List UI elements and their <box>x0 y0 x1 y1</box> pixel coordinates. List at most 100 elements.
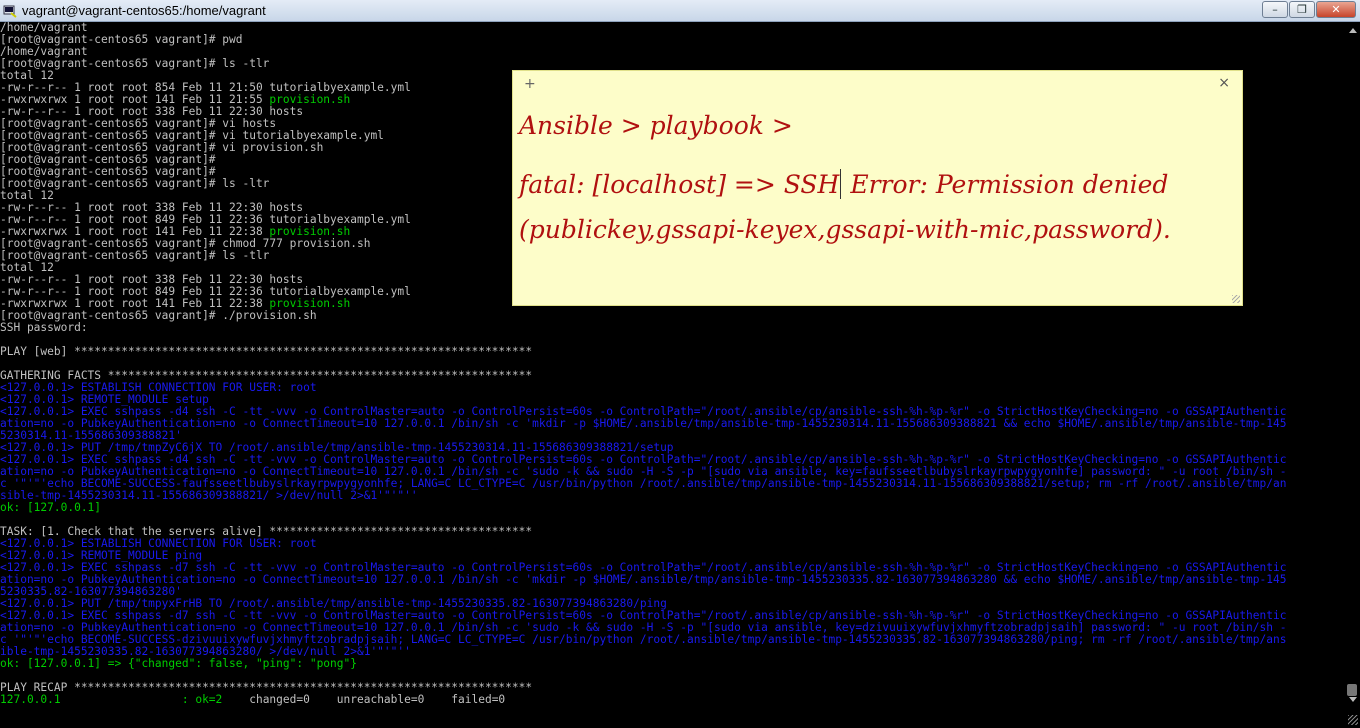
terminal-line: ible-tmp-1455230335.82-163077394863280/ … <box>0 646 1344 658</box>
terminal-line-text: -rw-r--r-- 1 root root 338 Feb 11 22:30 … <box>0 274 304 286</box>
terminal-line: c '"'"'echo BECOME-SUCCESS-faufsseetlbub… <box>0 478 1344 490</box>
terminal-line: GATHERING FACTS ************************… <box>0 370 1344 382</box>
terminal-line-text: sible-tmp-1455230314.11-155686309388821/… <box>0 490 418 502</box>
close-button[interactable]: ✕ <box>1316 1 1356 18</box>
terminal-line: /home/vagrant <box>0 46 1344 58</box>
terminal-line-text: [root@vagrant-centos65 vagrant]# vi prov… <box>0 142 324 154</box>
terminal-line: ation=no -o PubkeyAuthentication=no -o C… <box>0 466 1344 478</box>
terminal-line: PLAY RECAP *****************************… <box>0 682 1344 694</box>
terminal-line: sible-tmp-1455230314.11-155686309388821/… <box>0 490 1344 502</box>
terminal-line: <127.0.0.1> REMOTE_MODULE ping <box>0 550 1344 562</box>
terminal-line: <127.0.0.1> PUT /tmp/tmpyxFrHB TO /root/… <box>0 598 1344 610</box>
recap-ok-count: ok=2 <box>195 694 223 706</box>
terminal-line: ation=no -o PubkeyAuthentication=no -o C… <box>0 622 1344 634</box>
executable-filename: provision.sh <box>269 298 351 310</box>
terminal-line: /home/vagrant <box>0 22 1344 34</box>
terminal-line: SSH password: <box>0 322 1344 334</box>
terminal-line-text: /home/vagrant <box>0 46 88 58</box>
terminal-line-text: ation=no -o PubkeyAuthentication=no -o C… <box>0 574 1287 586</box>
terminal-line-text: 5230335.82-163077394863280' <box>0 586 182 598</box>
note-line-2: fatal: [localhost] => SSH Error: Permiss… <box>519 169 1168 199</box>
executable-filename: provision.sh <box>269 226 351 238</box>
terminal-line-text: PLAY RECAP *****************************… <box>0 682 533 694</box>
terminal-line-text: ation=no -o PubkeyAuthentication=no -o C… <box>0 418 1287 430</box>
terminal-line-text: -rw-r--r-- 1 root root 849 Feb 11 22:36 … <box>0 214 411 226</box>
terminal-line-text: [root@vagrant-centos65 vagrant]# pwd <box>0 34 243 46</box>
resize-grip-icon[interactable] <box>1348 715 1358 725</box>
terminal-line: 5230314.11-155686309388821' <box>0 430 1344 442</box>
terminal-line: ation=no -o PubkeyAuthentication=no -o C… <box>0 418 1344 430</box>
note-resize-grip-icon[interactable] <box>1232 295 1240 303</box>
terminal-line: <127.0.0.1> EXEC sshpass -d4 ssh -C -tt … <box>0 406 1344 418</box>
terminal-line: 127.0.0.1 : ok=2 changed=0 unreachable=0… <box>0 694 1344 706</box>
terminal-line: [root@vagrant-centos65 vagrant]# ./provi… <box>0 310 1344 322</box>
terminal-line-text: [root@vagrant-centos65 vagrant]# ls -ltr <box>0 178 270 190</box>
terminal-line: [root@vagrant-centos65 vagrant]# ls -tlr <box>0 58 1344 70</box>
scrollbar-thumb[interactable] <box>1347 684 1357 696</box>
window-title: vagrant@vagrant-centos65:/home/vagrant <box>22 3 266 18</box>
note-line-3: (publickey,gssapi-keyex,gssapi-with-mic,… <box>519 215 1171 244</box>
terminal-line-text: TASK: [1. Check that the servers alive] … <box>0 526 533 538</box>
window-titlebar: vagrant@vagrant-centos65:/home/vagrant –… <box>0 0 1360 22</box>
terminal-line: <127.0.0.1> EXEC sshpass -d7 ssh -C -tt … <box>0 562 1344 574</box>
terminal-line-text: <127.0.0.1> EXEC sshpass -d4 ssh -C -tt … <box>0 406 1287 418</box>
terminal-line: PLAY [web] *****************************… <box>0 346 1344 358</box>
add-note-button[interactable]: + <box>524 76 536 92</box>
terminal-line-text: total 12 <box>0 190 54 202</box>
terminal-line: <127.0.0.1> ESTABLISH CONNECTION FOR USE… <box>0 538 1344 550</box>
terminal-line-text: 5230314.11-155686309388821' <box>0 430 182 442</box>
sticky-note[interactable]: + × Ansible > playbook > fatal: [localho… <box>512 70 1243 306</box>
terminal-line-text: [root@vagrant-centos65 vagrant]# ./provi… <box>0 310 317 322</box>
terminal-line: TASK: [1. Check that the servers alive] … <box>0 526 1344 538</box>
terminal-line-text: <127.0.0.1> EXEC sshpass -d4 ssh -C -tt … <box>0 454 1287 466</box>
executable-filename: provision.sh <box>269 94 351 106</box>
terminal-line-text: -rwxrwxrwx 1 root root 141 Feb 11 21:55 <box>0 94 270 106</box>
terminal-line-text: [root@vagrant-centos65 vagrant]# <box>0 166 216 178</box>
terminal-line-text: [root@vagrant-centos65 vagrant]# vi host… <box>0 118 277 130</box>
terminal-line-text: /home/vagrant <box>0 22 88 34</box>
terminal-line-text: <127.0.0.1> REMOTE_MODULE ping <box>0 550 203 562</box>
terminal-line: <127.0.0.1> ESTABLISH CONNECTION FOR USE… <box>0 382 1344 394</box>
terminal-line-text: -rwxrwxrwx 1 root root 141 Feb 11 22:38 <box>0 298 270 310</box>
terminal-line-text: <127.0.0.1> ESTABLISH CONNECTION FOR USE… <box>0 538 317 550</box>
note-line-2-start: fatal: [localhost] => SSH <box>519 170 840 199</box>
terminal-line-text: ok: [127.0.0.1] => {"changed": false, "p… <box>0 658 357 670</box>
terminal-line: <127.0.0.1> EXEC sshpass -d7 ssh -C -tt … <box>0 610 1344 622</box>
terminal-line: <127.0.0.1> REMOTE_MODULE setup <box>0 394 1344 406</box>
recap-stats: changed=0 unreachable=0 failed=0 <box>222 694 506 706</box>
terminal-line-text: [root@vagrant-centos65 vagrant]# <box>0 154 216 166</box>
terminal-line-text: ation=no -o PubkeyAuthentication=no -o C… <box>0 622 1287 634</box>
terminal-line-text: c '"'"'echo BECOME-SUCCESS-dzivuuixywfuv… <box>0 634 1287 646</box>
terminal-line-text: <127.0.0.1> REMOTE_MODULE setup <box>0 394 209 406</box>
terminal-line-text: total 12 <box>0 262 54 274</box>
terminal-line-text: -rwxrwxrwx 1 root root 141 Feb 11 22:38 <box>0 226 270 238</box>
terminal-line-text: -rw-r--r-- 1 root root 338 Feb 11 22:30 … <box>0 106 304 118</box>
terminal-line-text: <127.0.0.1> EXEC sshpass -d7 ssh -C -tt … <box>0 562 1287 574</box>
terminal-line: ok: [127.0.0.1] => {"changed": false, "p… <box>0 658 1344 670</box>
scroll-down-arrow-icon[interactable] <box>1349 697 1357 702</box>
terminal-line-text: ible-tmp-1455230335.82-163077394863280/ … <box>0 646 411 658</box>
terminal-line-text: <127.0.0.1> ESTABLISH CONNECTION FOR USE… <box>0 382 317 394</box>
window-controls: – ❐ ✕ <box>1261 1 1356 18</box>
note-line-2-end: Error: Permission denied <box>842 170 1169 199</box>
terminal-line: [root@vagrant-centos65 vagrant]# pwd <box>0 34 1344 46</box>
terminal-line: ation=no -o PubkeyAuthentication=no -o C… <box>0 574 1344 586</box>
maximize-button[interactable]: ❐ <box>1289 1 1315 18</box>
minimize-button[interactable]: – <box>1262 1 1288 18</box>
scroll-up-arrow-icon[interactable] <box>1349 28 1357 33</box>
terminal-line-text: <127.0.0.1> EXEC sshpass -d7 ssh -C -tt … <box>0 610 1287 622</box>
close-note-button[interactable]: × <box>1218 75 1230 91</box>
putty-terminal-icon <box>3 5 17 18</box>
terminal-line-text: [root@vagrant-centos65 vagrant]# ls -tlr <box>0 58 270 70</box>
terminal-line-text: <127.0.0.1> PUT /tmp/tmpyxFrHB TO /root/… <box>0 598 667 610</box>
terminal-line: <127.0.0.1> EXEC sshpass -d4 ssh -C -tt … <box>0 454 1344 466</box>
vertical-scrollbar[interactable] <box>1344 22 1360 728</box>
terminal-line-text: [root@vagrant-centos65 vagrant]# ls -tlr <box>0 250 270 262</box>
terminal-line-text: total 12 <box>0 70 54 82</box>
terminal-line: <127.0.0.1> PUT /tmp/tmpZyC6jX TO /root/… <box>0 442 1344 454</box>
terminal-line-text: PLAY [web] *****************************… <box>0 346 533 358</box>
terminal-line-text: GATHERING FACTS ************************… <box>0 370 533 382</box>
terminal-line-text: [root@vagrant-centos65 vagrant]# chmod 7… <box>0 238 371 250</box>
terminal-line-text: 127.0.0.1 : <box>0 694 196 706</box>
